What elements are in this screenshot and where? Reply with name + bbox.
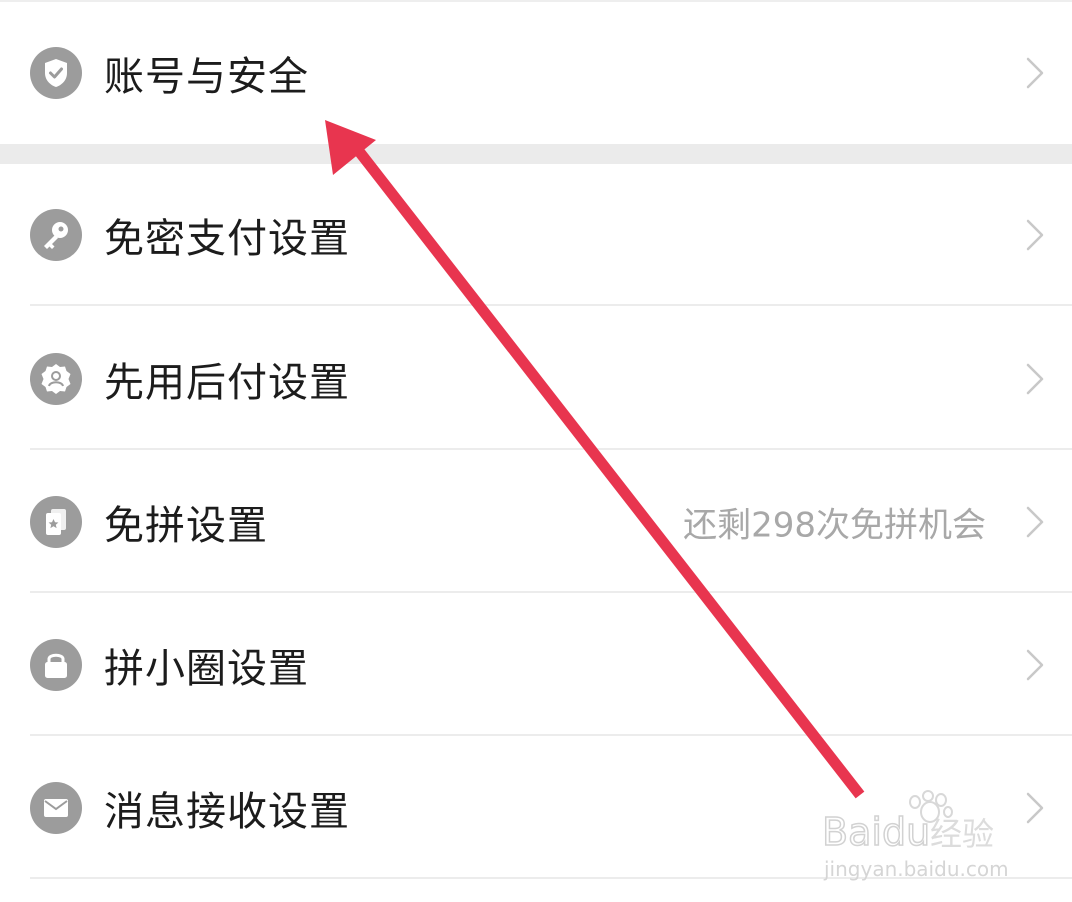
chevron-right-icon xyxy=(1026,219,1044,251)
row-divider xyxy=(30,734,1072,736)
chevron-right-icon xyxy=(1026,57,1044,89)
badge-person-icon xyxy=(30,353,82,405)
settings-item-label: 消息接收设置 xyxy=(104,789,350,835)
chevron-right-icon xyxy=(1026,649,1044,681)
cards-star-icon xyxy=(30,496,82,548)
section-separator xyxy=(0,144,1072,164)
row-divider xyxy=(30,448,1072,450)
lock-icon xyxy=(30,639,82,691)
key-icon xyxy=(30,209,82,261)
settings-screen: 账号与安全 免密支付设置 先用后付设置 免拼设置 还剩298次免拼机会 拼小圈设… xyxy=(0,0,1072,902)
remaining-chances-text: 还剩298次免拼机会 xyxy=(683,505,986,546)
settings-item-label: 先用后付设置 xyxy=(104,360,350,406)
settings-item-label: 免拼设置 xyxy=(104,503,268,549)
settings-item-label: 拼小圈设置 xyxy=(104,646,309,692)
settings-item-pay-later[interactable]: 先用后付设置 xyxy=(0,308,1072,450)
settings-item-label: 免密支付设置 xyxy=(104,216,350,262)
settings-item-group-free[interactable]: 免拼设置 还剩298次免拼机会 xyxy=(0,451,1072,593)
settings-item-account-security[interactable]: 账号与安全 xyxy=(0,2,1072,144)
settings-item-password-free-payment[interactable]: 免密支付设置 xyxy=(0,164,1072,306)
settings-item-message-receive[interactable]: 消息接收设置 xyxy=(0,737,1072,879)
settings-item-small-circle[interactable]: 拼小圈设置 xyxy=(0,594,1072,736)
settings-item-label: 账号与安全 xyxy=(104,54,309,100)
envelope-icon xyxy=(30,782,82,834)
chevron-right-icon xyxy=(1026,506,1044,538)
row-divider xyxy=(30,304,1072,306)
chevron-right-icon xyxy=(1026,363,1044,395)
row-divider xyxy=(30,591,1072,593)
row-divider xyxy=(30,877,1072,879)
chevron-right-icon xyxy=(1026,792,1044,824)
shield-check-icon xyxy=(30,47,82,99)
